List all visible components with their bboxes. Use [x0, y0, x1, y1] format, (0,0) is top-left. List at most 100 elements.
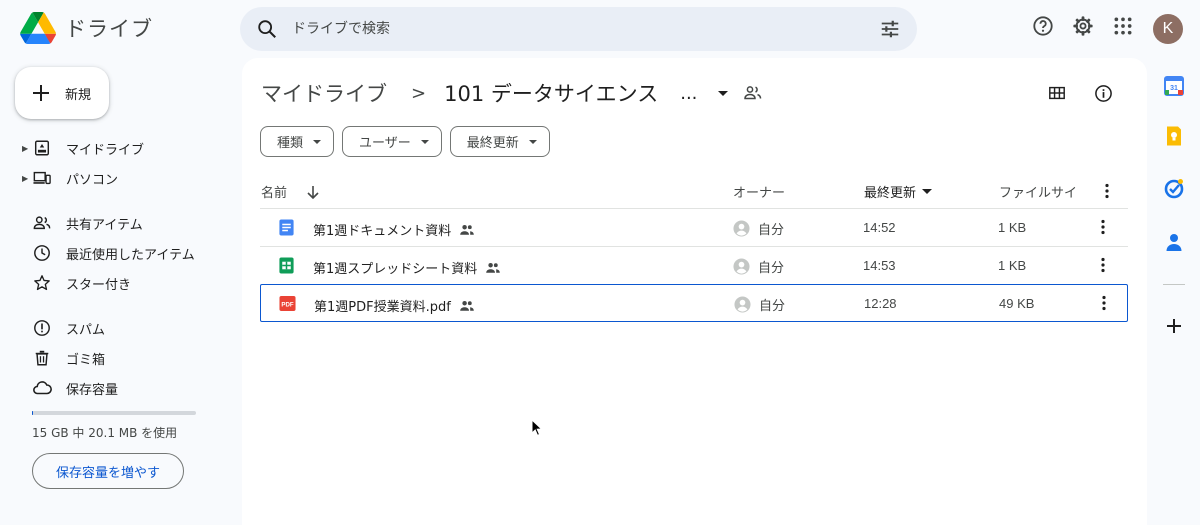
calendar-icon[interactable]: 31 — [1163, 75, 1185, 97]
clock-icon — [32, 243, 52, 263]
get-more-storage-button[interactable]: 保存容量を増やす — [32, 453, 184, 489]
file-modified: 12:28 — [864, 296, 897, 311]
search-options-icon[interactable] — [879, 18, 901, 40]
sidebar-item-label: 最近使用したアイテム — [66, 247, 195, 263]
column-header-modified[interactable]: 最終更新 — [864, 182, 933, 201]
add-icon[interactable] — [1163, 315, 1185, 337]
sort-arrow-down-icon[interactable] — [305, 184, 321, 200]
storage-usage-text: 15 GB 中 20.1 MB を使用 — [32, 426, 178, 440]
filter-chips: 種類 ユーザー 最終更新 — [260, 126, 558, 157]
expand-caret-icon[interactable]: ▶ — [22, 144, 32, 153]
file-list: 第1週ドキュメント資料 自分 14:52 1 KB 第1週スプレッドシート資料 … — [260, 208, 1128, 322]
sidebar-item-label: スター付き — [66, 277, 132, 293]
my-drive-icon — [32, 138, 52, 158]
star-icon — [32, 273, 52, 293]
search-input[interactable] — [292, 7, 852, 51]
column-header-size[interactable]: ファイルサイ — [999, 182, 1077, 201]
drive-logo-icon — [20, 12, 56, 44]
shared-people-icon — [32, 213, 52, 233]
file-name-text: 第1週PDF授業資料.pdf — [314, 300, 451, 315]
keep-icon[interactable] — [1163, 125, 1185, 147]
sidebar-item-label: 保存容量 — [66, 382, 119, 398]
chip-dropdown-icon — [420, 139, 429, 144]
filter-people-chip[interactable]: ユーザー — [342, 126, 442, 157]
chip-label: 種類 — [277, 136, 304, 151]
tasks-icon[interactable] — [1163, 177, 1185, 199]
column-header-owner[interactable]: オーナー — [733, 182, 785, 201]
folder-menu-dropdown-icon[interactable] — [713, 83, 733, 103]
shared-folder-icon[interactable] — [743, 83, 763, 103]
filter-modified-chip[interactable]: 最終更新 — [449, 126, 550, 157]
shared-people-icon — [460, 224, 475, 235]
row-more-actions-icon[interactable] — [1094, 256, 1112, 274]
file-name[interactable]: 第1週PDF授業資料.pdf — [314, 296, 475, 315]
sort-dropdown-icon[interactable] — [922, 189, 933, 194]
breadcrumb-my-drive[interactable]: マイドライブ — [261, 78, 387, 108]
table-row[interactable]: 第1週ドキュメント資料 自分 14:52 1 KB — [260, 208, 1128, 246]
file-owner: 自分 — [734, 295, 785, 314]
help-icon[interactable] — [1031, 14, 1055, 38]
trash-icon — [32, 348, 52, 368]
file-name[interactable]: 第1週ドキュメント資料 — [313, 220, 475, 239]
sidebar-item-computers[interactable]: ▶ パソコン — [22, 164, 118, 192]
column-name-label: 名前 — [261, 186, 288, 201]
owner-name: 自分 — [758, 223, 785, 238]
breadcrumb: マイドライブ > 101 データサイエンス ... — [261, 78, 763, 108]
breadcrumb-ellipsis[interactable]: ... — [680, 83, 697, 104]
cloud-icon — [32, 378, 52, 398]
filter-type-chip[interactable]: 種類 — [260, 126, 335, 157]
sidebar-item-storage[interactable]: 保存容量 — [32, 374, 118, 402]
settings-gear-icon[interactable] — [1071, 14, 1095, 38]
drive-logo[interactable]: ドライブ — [20, 12, 153, 44]
row-more-actions-icon[interactable] — [1095, 294, 1113, 312]
sidebar-item-label: パソコン — [66, 172, 119, 188]
file-size: 1 KB — [998, 258, 1027, 273]
google-sheets-icon — [279, 257, 294, 274]
sidebar-item-my-drive[interactable]: ▶ マイドライブ — [22, 134, 144, 162]
svg-text:31: 31 — [1170, 85, 1178, 92]
owner-name: 自分 — [758, 261, 785, 276]
svg-text:PDF: PDF — [281, 301, 294, 308]
sidebar-item-label: スパム — [66, 322, 106, 338]
sidebar-item-spam[interactable]: スパム — [32, 314, 105, 342]
sidebar-item-trash[interactable]: ゴミ箱 — [32, 344, 105, 372]
search-icon[interactable] — [256, 18, 278, 40]
column-modified-label: 最終更新 — [864, 186, 917, 201]
storage-usage-fill — [32, 411, 33, 415]
chip-dropdown-icon — [313, 139, 322, 144]
file-owner: 自分 — [733, 257, 784, 276]
side-panel-divider — [1163, 284, 1185, 285]
new-button[interactable]: 新規 — [15, 67, 109, 119]
file-owner: 自分 — [733, 219, 784, 238]
search-bar[interactable] — [240, 7, 917, 51]
column-header-name[interactable]: 名前 — [261, 182, 321, 201]
google-docs-icon — [279, 219, 294, 236]
breadcrumb-separator: > — [411, 82, 427, 104]
sidebar-item-label: マイドライブ — [66, 142, 145, 158]
grid-view-icon[interactable] — [1046, 82, 1068, 104]
sidebar-item-recent[interactable]: 最近使用したアイテム — [32, 239, 195, 267]
account-avatar[interactable]: K — [1153, 14, 1183, 44]
table-row-selected[interactable]: PDF 第1週PDF授業資料.pdf 自分 12:28 49 KB — [260, 284, 1128, 322]
sidebar-item-starred[interactable]: スター付き — [32, 269, 131, 297]
chip-dropdown-icon — [528, 139, 537, 144]
breadcrumb-current-folder[interactable]: 101 データサイエンス — [444, 78, 658, 108]
column-options-more-icon[interactable] — [1098, 182, 1116, 200]
file-modified: 14:52 — [863, 220, 896, 235]
expand-caret-icon[interactable]: ▶ — [22, 174, 32, 183]
apps-grid-icon[interactable] — [1111, 14, 1135, 38]
mouse-cursor-icon — [531, 419, 543, 436]
pdf-file-icon: PDF — [279, 295, 296, 312]
app-name: ドライブ — [65, 17, 153, 41]
file-name-text: 第1週スプレッドシート資料 — [313, 262, 478, 277]
file-name[interactable]: 第1週スプレッドシート資料 — [313, 258, 501, 277]
contacts-icon[interactable] — [1163, 231, 1185, 253]
chip-label: ユーザー — [359, 136, 411, 151]
shared-people-icon — [486, 262, 501, 273]
table-row[interactable]: 第1週スプレッドシート資料 自分 14:53 1 KB — [260, 246, 1128, 284]
plus-icon — [33, 85, 49, 101]
top-actions — [1031, 14, 1151, 38]
row-more-actions-icon[interactable] — [1094, 218, 1112, 236]
sidebar-item-shared[interactable]: 共有アイテム — [32, 209, 143, 237]
details-info-icon[interactable] — [1092, 82, 1114, 104]
